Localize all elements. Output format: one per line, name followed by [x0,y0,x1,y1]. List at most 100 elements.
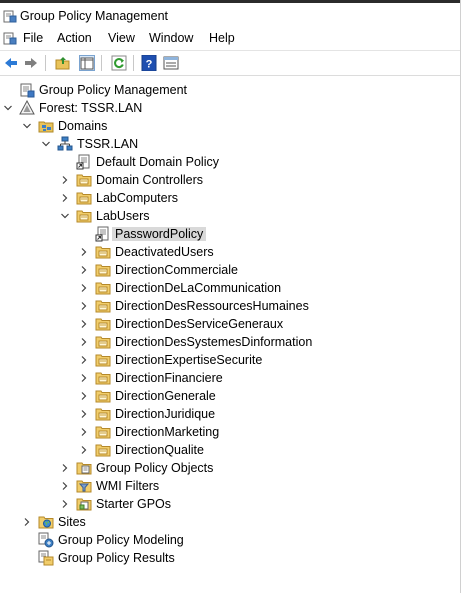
chevron-right-icon[interactable] [79,445,89,455]
organizational-unit-icon [95,426,111,439]
refresh-icon[interactable] [111,55,127,71]
tree-item-directioncommerciale[interactable]: DirectionCommerciale [0,261,461,279]
tree-item-directionqualite[interactable]: DirectionQualite [0,441,461,459]
help-icon[interactable]: ? [141,55,157,71]
tree-item-directionmarketing[interactable]: DirectionMarketing [0,423,461,441]
gpo-link-icon [95,226,109,242]
domain-icon [57,136,73,151]
tree-item-wmi-filters[interactable]: WMI Filters [0,477,461,495]
tree-item-label: WMI Filters [96,479,160,493]
organizational-unit-icon [76,174,92,187]
tree-item-group-policy-management[interactable]: Group Policy Management [0,81,461,99]
tree-item-directiondessystemesdinformation[interactable]: DirectionDesSystemesDinformation [0,333,461,351]
chevron-right-icon[interactable] [79,391,89,401]
tree-item-directionfinanciere[interactable]: DirectionFinanciere [0,369,461,387]
tree-item-directiongenerale[interactable]: DirectionGenerale [0,387,461,405]
menu-help[interactable]: Help [209,31,235,45]
tree-item-directionexpertisesecurite[interactable]: DirectionExpertiseSecurite [0,351,461,369]
tree-item-label: Group Policy Modeling [58,533,184,547]
show-hide-tree-icon[interactable] [79,55,95,71]
tree-item-label: Domain Controllers [96,173,203,187]
domains-folder-icon [38,121,54,133]
tree-item-tssr-lan[interactable]: TSSR.LAN [0,135,461,153]
tree-item-starter-gpos[interactable]: Starter GPOs [0,495,461,513]
menu-window[interactable]: Window [149,31,193,45]
chevron-down-icon[interactable] [3,103,13,113]
chevron-right-icon[interactable] [79,427,89,437]
gpo-link-icon [76,154,90,170]
tree-item-labusers[interactable]: LabUsers [0,207,461,225]
tree-item-label: Domains [58,119,108,133]
properties-icon[interactable] [163,55,179,71]
chevron-down-icon[interactable] [22,121,32,131]
chevron-right-icon[interactable] [60,193,70,203]
chevron-right-icon[interactable] [79,355,89,365]
back-arrow-icon[interactable] [3,55,19,71]
tree-item-domains[interactable]: Domains [0,117,461,135]
chevron-down-icon[interactable] [60,211,70,221]
tree-item-sites[interactable]: Sites [0,513,461,531]
chevron-right-icon[interactable] [60,463,70,473]
app-icon [3,10,17,23]
title-bar: Group Policy Management [0,3,461,27]
chevron-right-icon[interactable] [60,175,70,185]
system-menu-icon[interactable] [3,31,17,45]
tree-item-label: DirectionMarketing [115,425,220,439]
tree-item-label: DeactivatedUsers [115,245,214,259]
tree-item-directiondesressourceshumaines[interactable]: DirectionDesRessourcesHumaines [0,297,461,315]
chevron-right-icon[interactable] [60,499,70,509]
chevron-right-icon[interactable] [79,409,89,419]
tree-item-forest-tssr-lan[interactable]: Forest: TSSR.LAN [0,99,461,117]
toolbar-separator [45,55,46,71]
menu-view[interactable]: View [108,31,135,45]
organizational-unit-icon [95,282,111,295]
tree-item-directiondesservicegeneraux[interactable]: DirectionDesServiceGeneraux [0,315,461,333]
tree-item-labcomputers[interactable]: LabComputers [0,189,461,207]
tree-item-default-domain-policy[interactable]: Default Domain Policy [0,153,461,171]
tree-item-label: Default Domain Policy [96,155,219,169]
tree-item-passwordpolicy[interactable]: PasswordPolicy [0,225,461,243]
tree-item-label: DirectionQualite [115,443,204,457]
results-icon [38,550,54,566]
tree-item-label: DirectionFinanciere [115,371,223,385]
tree-item-label: DirectionDesServiceGeneraux [115,317,284,331]
tree-item-group-policy-modeling[interactable]: Group Policy Modeling [0,531,461,549]
chevron-down-icon[interactable] [41,139,51,149]
forest-icon [19,100,35,115]
menu-file[interactable]: File [23,31,43,45]
tree-item-label: Forest: TSSR.LAN [39,101,143,115]
tree-item-label: Group Policy Objects [96,461,214,475]
tree-item-group-policy-objects[interactable]: Group Policy Objects [0,459,461,477]
console-tree: Group Policy Management Forest: TSSR.LAN D… [0,76,461,593]
organizational-unit-icon [95,300,111,313]
chevron-right-icon[interactable] [22,517,32,527]
menu-bar: File Action View Window Help [0,27,461,49]
tree-item-label: Group Policy Results [58,551,175,565]
tree-item-label: DirectionCommerciale [115,263,238,277]
group-policy-management-icon [20,83,35,98]
chevron-right-icon[interactable] [79,373,89,383]
tree-item-domain-controllers[interactable]: Domain Controllers [0,171,461,189]
modeling-icon [38,532,54,548]
tree-item-directiondelacommunication[interactable]: DirectionDeLaCommunication [0,279,461,297]
chevron-right-icon[interactable] [79,283,89,293]
chevron-right-icon[interactable] [79,265,89,275]
organizational-unit-icon [95,246,111,259]
menu-action[interactable]: Action [57,31,92,45]
sites-icon [38,516,54,529]
chevron-right-icon[interactable] [79,301,89,311]
window-title: Group Policy Management [20,9,168,23]
tree-item-group-policy-results[interactable]: Group Policy Results [0,549,461,567]
chevron-right-icon[interactable] [79,337,89,347]
up-folder-icon[interactable] [55,55,71,71]
tree-item-label: LabComputers [96,191,178,205]
chevron-right-icon[interactable] [79,247,89,257]
tree-item-deactivatedusers[interactable]: DeactivatedUsers [0,243,461,261]
organizational-unit-icon [95,444,111,457]
organizational-unit-icon [95,372,111,385]
chevron-right-icon[interactable] [79,319,89,329]
tree-item-directionjuridique[interactable]: DirectionJuridique [0,405,461,423]
tree-item-label: DirectionDeLaCommunication [115,281,282,295]
chevron-right-icon[interactable] [60,481,70,491]
forward-arrow-icon[interactable] [23,55,39,71]
